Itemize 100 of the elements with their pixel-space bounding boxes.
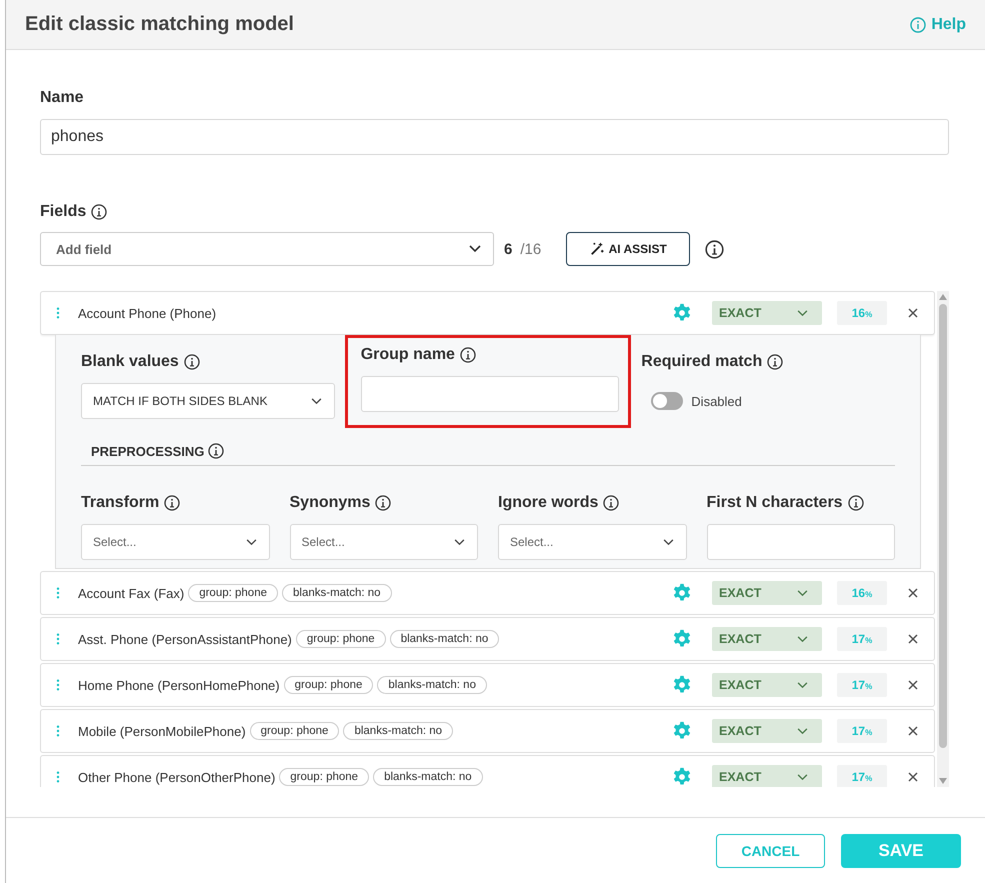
tag: blanks-match: no [373, 768, 483, 786]
chevron-down-icon [662, 538, 674, 546]
chevron-down-icon [454, 538, 465, 546]
tag: blanks-match: no [390, 630, 500, 648]
field-name: Account Fax (Fax) [78, 586, 184, 600]
gear-icon[interactable] [672, 675, 692, 695]
chevron-down-icon [797, 636, 808, 642]
scroll-up-icon[interactable] [939, 294, 947, 300]
gear-icon[interactable] [672, 583, 692, 603]
field-row[interactable]: Home Phone (PersonHomePhone) group: phone blanks-match: no EXACT 17% [40, 663, 935, 707]
field-row[interactable]: Account Phone (Phone) EXACT 16% [40, 291, 935, 335]
filter-dropdown[interactable]: Select... [498, 524, 686, 560]
field-row[interactable]: Other Phone (PersonOtherPhone) group: phone blanks-match: no EXACT 17% [40, 755, 935, 787]
field-name: Other Phone (PersonOtherPhone) [78, 770, 276, 784]
filter-label: Synonyms [290, 494, 370, 512]
tag: group: phone [284, 676, 374, 694]
field-row[interactable]: Mobile (PersonMobilePhone) group: phone blanks-match: no EXACT 17% [40, 709, 935, 753]
info-icon[interactable] [208, 443, 224, 459]
toggle-switch[interactable] [651, 392, 684, 410]
tag: blanks-match: no [282, 584, 392, 602]
info-icon[interactable] [848, 495, 864, 511]
required-match-label: Required match [641, 353, 762, 371]
field-row[interactable]: Account Fax (Fax) group: phone blanks-match: no EXACT 16% [40, 571, 935, 615]
drag-handle-icon[interactable] [56, 633, 60, 645]
tag: group: phone [188, 584, 278, 602]
blank-values-dropdown[interactable]: MATCH IF BOTH SIDES BLANK [81, 383, 335, 419]
weight-badge: 16% [837, 581, 887, 605]
name-field[interactable]: phones [40, 119, 949, 155]
info-icon[interactable] [603, 495, 620, 511]
filter-dropdown[interactable]: Select... [290, 524, 478, 560]
info-icon[interactable] [91, 204, 108, 220]
gear-icon[interactable] [672, 629, 692, 649]
fields-label: Fields [40, 203, 86, 221]
info-icon[interactable] [184, 354, 200, 370]
gear-icon[interactable] [672, 721, 692, 741]
close-icon[interactable] [908, 308, 918, 318]
field-total: /16 [520, 240, 542, 258]
ai-assist-button[interactable]: AI ASSIST [566, 232, 690, 266]
field-row[interactable]: Asst. Phone (PersonAssistantPhone) group: phone blanks-match: no EXACT 17% [40, 617, 935, 661]
info-icon[interactable] [705, 240, 724, 258]
drag-handle-icon[interactable] [56, 679, 60, 691]
toggle-label: Disabled [691, 394, 742, 408]
tag: blanks-match: no [343, 722, 454, 740]
weight-badge: 16% [837, 301, 887, 325]
weight-badge: 17% [837, 719, 887, 743]
chevron-down-icon [797, 310, 808, 316]
match-type-dropdown[interactable]: EXACT [712, 627, 822, 651]
chevron-down-icon [797, 774, 808, 780]
weight-badge: 17% [837, 765, 887, 787]
chevron-down-icon [797, 590, 808, 596]
filter-label: Transform [81, 494, 160, 512]
gear-icon[interactable] [672, 767, 692, 787]
scroll-down-icon[interactable] [939, 778, 947, 784]
match-type-dropdown[interactable]: EXACT [712, 719, 822, 743]
dialog-title: Edit classic matching model [25, 13, 294, 36]
match-type-dropdown[interactable]: EXACT [712, 581, 822, 605]
tag: group: phone [250, 722, 340, 740]
blank-values-label: Blank values [81, 353, 179, 371]
info-icon[interactable] [375, 495, 392, 511]
filter-label: Ignore words [498, 494, 598, 512]
info-icon[interactable] [164, 495, 180, 511]
close-icon[interactable] [908, 680, 918, 690]
close-icon[interactable] [908, 588, 918, 598]
tag: group: phone [279, 768, 370, 786]
filter-input[interactable] [706, 524, 895, 560]
close-icon[interactable] [908, 726, 918, 736]
name-label: Name [40, 89, 84, 107]
magic-wand-icon [590, 242, 604, 256]
chevron-down-icon [797, 682, 808, 688]
close-icon[interactable] [908, 772, 918, 782]
drag-handle-icon[interactable] [56, 307, 60, 319]
chevron-down-icon [246, 538, 256, 546]
chevron-down-icon [469, 245, 481, 253]
info-icon [910, 16, 926, 32]
filter-dropdown[interactable]: Select... [81, 524, 270, 560]
tag: group: phone [296, 630, 386, 648]
drag-handle-icon[interactable] [56, 725, 60, 737]
match-type-dropdown[interactable]: EXACT [712, 765, 822, 787]
gear-icon[interactable] [672, 303, 692, 323]
info-icon[interactable] [460, 347, 476, 363]
tag: blanks-match: no [377, 676, 487, 694]
match-type-dropdown[interactable]: EXACT [712, 673, 822, 697]
filter-label: First N characters [706, 494, 843, 512]
match-type-dropdown[interactable]: EXACT [712, 301, 822, 325]
group-name-label: Group name [360, 346, 455, 364]
info-icon[interactable] [767, 354, 784, 370]
chevron-down-icon [310, 398, 322, 404]
field-name: Asst. Phone (PersonAssistantPhone) [78, 632, 292, 646]
field-count: 6 [504, 240, 512, 258]
drag-handle-icon[interactable] [56, 587, 60, 599]
group-name-field[interactable] [360, 376, 620, 412]
scrollbar[interactable] [937, 291, 949, 787]
field-name: Mobile (PersonMobilePhone) [78, 724, 246, 738]
field-name: Account Phone (Phone) [78, 306, 216, 320]
field-name: Home Phone (PersonHomePhone) [78, 678, 280, 692]
add-field-dropdown[interactable]: Add field [40, 232, 494, 266]
drag-handle-icon[interactable] [56, 771, 60, 783]
preprocessing-heading: PREPROCESSING [91, 444, 204, 458]
chevron-down-icon [797, 728, 808, 734]
close-icon[interactable] [908, 634, 918, 644]
